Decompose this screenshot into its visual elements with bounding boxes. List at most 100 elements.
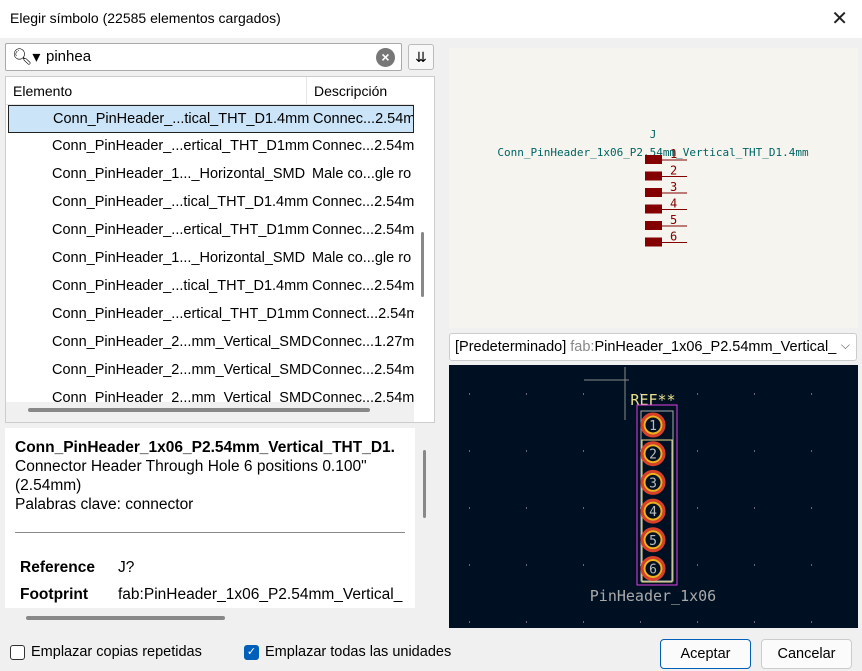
symbol-pin-body	[645, 155, 662, 164]
column-header-description[interactable]: Descripción	[306, 77, 387, 105]
table-row[interactable]: Conn_PinHeader_...tical_THT_D1.4mm Connec…	[8, 273, 414, 301]
table-row[interactable]: Conn_PinHeader_2...mm_Vertical_SMD Connec…	[8, 357, 414, 385]
footprint-pad-number: 6	[649, 563, 657, 578]
search-icon[interactable]: 🔍︎▾	[12, 47, 40, 67]
grid-dot	[469, 621, 470, 623]
table-row[interactable]: Conn_PinHeader_...tical_THT_D1.4mm Connec…	[8, 105, 414, 133]
search-field[interactable]: 🔍︎▾ ×	[5, 43, 402, 71]
checkbox-box[interactable]	[10, 644, 25, 660]
info-horizontal-scrollbar[interactable]	[26, 616, 225, 620]
table-header: Elemento Descripción	[6, 77, 414, 105]
search-input[interactable]	[46, 48, 366, 65]
symbol-reference: J	[650, 128, 657, 141]
table-row[interactable]: Conn_PinHeader_1..._Horizontal_SMD Male c…	[8, 161, 414, 189]
grid-dot	[811, 450, 812, 452]
symbol-pin-number: 2	[670, 164, 677, 178]
footprint-select-library: fab:	[570, 339, 595, 355]
footprint-value: fab:PinHeader_1x06_P2.54mm_Vertical_	[118, 586, 403, 603]
row-element: Conn_PinHeader_...tical_THT_D1.4mm	[52, 278, 309, 294]
symbol-pin-number: 3	[670, 180, 677, 194]
checkbox-box[interactable]: ✓	[244, 644, 259, 660]
symbol-pin-number: 4	[670, 197, 677, 211]
row-description: Connec...2.54mm	[312, 222, 414, 238]
reference-value: J?	[118, 559, 135, 576]
horizontal-scrollbar[interactable]	[28, 408, 370, 412]
grid-dot	[811, 507, 812, 509]
grid-dot	[583, 507, 584, 509]
grid-dot	[526, 393, 527, 395]
grid-dot	[526, 564, 527, 566]
footprint-pad-number: 2	[649, 448, 657, 463]
footprint-value: PinHeader_1x06	[590, 587, 716, 605]
cancel-button[interactable]: Cancelar	[761, 639, 852, 669]
grid-dot	[754, 507, 755, 509]
table-row[interactable]: Conn_PinHeader_...ertical_THT_D1mm Connec…	[8, 217, 414, 245]
repeat-copies-label: Emplazar copias repetidas	[31, 644, 202, 660]
footprint-pad-number: 3	[649, 476, 657, 491]
grid-dot	[697, 507, 698, 509]
footprint-label: Footprint	[20, 586, 89, 603]
accept-button[interactable]: Aceptar	[660, 639, 751, 669]
table-row[interactable]: Conn_PinHeader_...ertical_THT_D1mm Connec…	[8, 133, 414, 161]
symbol-keywords: Palabras clave: connector	[15, 496, 194, 513]
grid-dot	[640, 621, 641, 623]
footprint-pad-number: 1	[649, 419, 657, 434]
table-row[interactable]: Conn_PinHeader_1..._Horizontal_SMD Male c…	[8, 245, 414, 273]
grid-dot	[697, 450, 698, 452]
column-header-element[interactable]: Elemento	[13, 83, 72, 99]
row-element: Conn_PinHeader_...ertical_THT_D1mm	[52, 138, 310, 154]
grid-dot	[583, 564, 584, 566]
info-vertical-scrollbar[interactable]	[423, 450, 426, 518]
row-element: Conn_PinHeader_...tical_THT_D1.4mm	[52, 194, 309, 210]
repeat-copies-checkbox[interactable]: Emplazar copias repetidas	[10, 644, 202, 660]
grid-dot	[583, 393, 584, 395]
grid-dot	[526, 507, 527, 509]
grid-dot	[469, 393, 470, 395]
row-description: Male co...gle ro	[312, 166, 412, 182]
window-title: Elegir símbolo (22585 elementos cargados…	[10, 10, 281, 26]
grid-dot	[469, 564, 470, 566]
table-row[interactable]: Conn_PinHeader_2...mm_Vertical_SMD Connec…	[8, 329, 414, 357]
symbol-pin-body	[645, 221, 662, 230]
close-icon[interactable]: ✕	[831, 6, 848, 31]
table-row[interactable]: Conn_PinHeader_...ertical_THT_D1mm Connec…	[8, 301, 414, 329]
symbol-pin-body	[645, 188, 662, 197]
symbol-tree[interactable]: Elemento Descripción Conn_PinHeader_...t…	[5, 76, 435, 423]
clear-search-icon[interactable]: ×	[376, 48, 395, 67]
row-description: Connec...2.54mm	[313, 111, 413, 127]
row-element: Conn_PinHeader_2...mm_Vertical_SMD	[52, 334, 312, 350]
grid-dot	[526, 621, 527, 623]
sort-icon: ⇊	[415, 49, 427, 65]
symbol-name: Conn_PinHeader_1x06_P2.54mm_Vertical_THT…	[15, 439, 395, 456]
footprint-select-prefix: [Predeterminado]	[455, 339, 567, 355]
vertical-scrollbar[interactable]	[421, 232, 424, 297]
row-element: Conn_PinHeader_...ertical_THT_D1mm	[52, 306, 310, 322]
grid-dot	[469, 450, 470, 452]
grid-dot	[754, 564, 755, 566]
symbol-pin-body	[645, 171, 662, 181]
reference-label: Reference	[20, 559, 95, 576]
footprint-select[interactable]: [Predeterminado] fab:PinHeader_1x06_P2.5…	[449, 333, 857, 361]
title-bar: Elegir símbolo (22585 elementos cargados…	[0, 0, 862, 38]
grid-dot	[697, 564, 698, 566]
grid-dot	[697, 621, 698, 623]
symbol-preview: J Conn_PinHeader_1x06_P2.54mm_Vertical_T…	[449, 48, 858, 328]
row-description: Connec...2.54mm	[312, 194, 414, 210]
footprint-select-name: PinHeader_1x06_P2.54mm_Vertical_	[594, 339, 837, 355]
table-row[interactable]: Conn_PinHeader_...tical_THT_D1.4mm Connec…	[8, 189, 414, 217]
symbol-pin-body	[645, 204, 662, 214]
row-element: Conn_PinHeader_1..._Horizontal_SMD	[52, 166, 306, 182]
footprint-preview: REF** PinHeader_1x06 123456	[449, 365, 858, 628]
row-description: Connec...2.54mm	[312, 138, 414, 154]
grid-dot	[526, 450, 527, 452]
symbol-pin-number: 1	[670, 147, 677, 161]
row-element: Conn_PinHeader_1..._Horizontal_SMD	[52, 250, 306, 266]
grid-dot	[811, 564, 812, 566]
symbol-pin-number: 6	[670, 230, 677, 244]
all-units-label: Emplazar todas las unidades	[265, 644, 452, 660]
all-units-checkbox[interactable]: ✓ Emplazar todas las unidades	[244, 644, 451, 660]
chevron-down-icon: ⌵	[840, 338, 850, 352]
grid-dot	[754, 393, 755, 395]
row-description: Connec...1.27mm	[312, 334, 414, 350]
sort-button[interactable]: ⇊	[408, 44, 434, 70]
